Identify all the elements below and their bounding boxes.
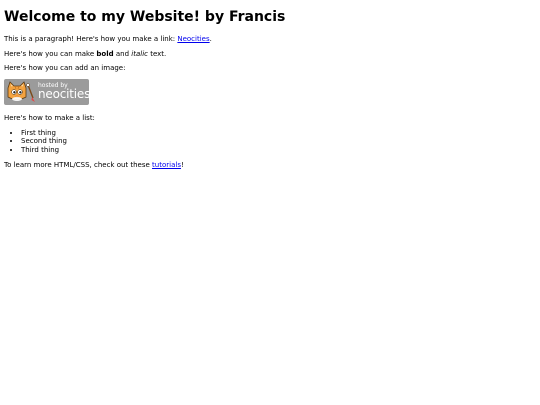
link-paragraph: This is a paragraph! Here's how you make… (4, 35, 536, 44)
list-intro: Here's how to make a list: (4, 113, 95, 122)
footer-prefix: To learn more HTML/CSS, check out these (4, 160, 153, 169)
format-paragraph-middle: and (113, 49, 132, 58)
badge-big-text: neocities (38, 87, 89, 102)
badge-container: hosted by neocities (4, 79, 536, 108)
format-paragraph-prefix: Here's how you can make (4, 49, 97, 58)
footer-suffix: ! (180, 160, 184, 169)
italic-text: italic (131, 49, 148, 58)
tutorials-link[interactable]: tutorials (152, 161, 181, 169)
list-item: Second thing (21, 137, 536, 146)
neocities-cat-icon (7, 81, 35, 103)
image-intro: Here's how you can add an image: (4, 64, 126, 73)
hosted-by-neocities-badge[interactable]: hosted by neocities (4, 79, 89, 106)
link-paragraph-prefix: This is a paragraph! Here's how you make… (4, 34, 178, 43)
page-title: Welcome to my Website! by Francis (4, 9, 286, 25)
format-paragraph: Here's how you can make bold and italic … (4, 50, 536, 59)
thing-list: First thing Second thing Third thing (4, 129, 536, 155)
footer-paragraph: To learn more HTML/CSS, check out these … (4, 161, 536, 170)
link-paragraph-suffix: . (209, 34, 212, 43)
list-item: First thing (21, 129, 536, 138)
format-paragraph-suffix: text. (147, 49, 167, 58)
neocities-link[interactable]: Neocities (177, 35, 209, 43)
list-item: Third thing (21, 146, 536, 155)
bold-text: bold (96, 49, 114, 58)
page-content: Welcome to my Website! by Francis This i… (0, 0, 540, 170)
